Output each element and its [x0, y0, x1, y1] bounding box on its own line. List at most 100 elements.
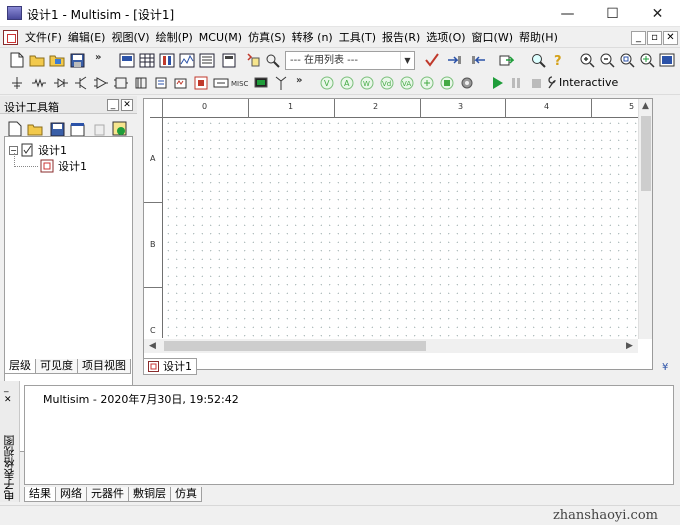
- component-view-icon[interactable]: [158, 51, 176, 69]
- tree-child-node[interactable]: 设计1: [40, 158, 87, 174]
- menu-place[interactable]: 绘制(P): [153, 30, 196, 45]
- scroll-right-icon[interactable]: ▶: [626, 341, 633, 351]
- mdi-minimize-button[interactable]: _: [631, 31, 646, 45]
- menu-options[interactable]: 选项(O): [423, 30, 468, 45]
- source-icon[interactable]: [8, 74, 26, 92]
- toolbox-close-button[interactable]: ✕: [121, 99, 133, 111]
- rf-antenna-icon[interactable]: [272, 74, 290, 92]
- grapher-icon[interactable]: [178, 51, 196, 69]
- maximize-button[interactable]: ☐: [590, 0, 635, 27]
- menu-bar: 文件(F) 编辑(E) 视图(V) 绘制(P) MCU(M) 仿真(S) 转移 …: [0, 27, 680, 48]
- tree-connector-h: [14, 166, 38, 167]
- mdi-close-button[interactable]: ✕: [663, 31, 678, 45]
- menu-transfer[interactable]: 转移 (n): [289, 30, 336, 45]
- indicator-icon[interactable]: [192, 74, 210, 92]
- spreadsheet-minimize-button[interactable]: _: [4, 383, 9, 393]
- toggle-grid-icon[interactable]: [118, 51, 136, 69]
- analog-icon[interactable]: [92, 74, 110, 92]
- run-simulation-icon[interactable]: [488, 74, 506, 92]
- ttl-icon[interactable]: [112, 74, 130, 92]
- probe-power-icon[interactable]: W: [358, 74, 376, 92]
- horizontal-scroll-thumb[interactable]: [164, 341, 426, 351]
- tab-copper-layers[interactable]: 敷铜层: [128, 487, 171, 502]
- instruments-toolbar: ¥: [656, 98, 680, 378]
- peripheral-icon[interactable]: [252, 74, 270, 92]
- col-label: 4: [544, 102, 550, 111]
- vertical-scrollbar[interactable]: ▲: [638, 99, 652, 339]
- tab-simulation[interactable]: 仿真: [170, 487, 202, 502]
- probe-voltage-icon[interactable]: V: [318, 74, 336, 92]
- postprocessor-icon[interactable]: [198, 51, 216, 69]
- forward-annotate-icon[interactable]: [470, 51, 488, 69]
- interactive-mode-button[interactable]: Interactive: [546, 75, 618, 89]
- back-annotate-icon[interactable]: [445, 51, 463, 69]
- tab-design1[interactable]: 设计1: [143, 358, 197, 375]
- menu-simulate[interactable]: 仿真(S): [245, 30, 289, 45]
- minimize-button[interactable]: —: [545, 0, 590, 27]
- mdi-restore-button[interactable]: ▫: [647, 31, 662, 45]
- help-icon[interactable]: ?: [549, 51, 567, 69]
- cmos-icon[interactable]: [132, 74, 150, 92]
- stop-simulation-icon[interactable]: [527, 74, 545, 92]
- tab-visibility[interactable]: 可见度: [35, 359, 78, 374]
- scroll-up-icon[interactable]: ▲: [642, 101, 649, 111]
- zoom-out-icon[interactable]: [598, 51, 616, 69]
- menu-view[interactable]: 视图(V): [108, 30, 152, 45]
- document-icon[interactable]: [3, 30, 18, 45]
- instruments-more-icon[interactable]: ¥: [662, 362, 668, 373]
- toolbox-minimize-button[interactable]: _: [107, 99, 119, 111]
- full-screen-icon[interactable]: [658, 51, 676, 69]
- probe-settings-icon[interactable]: [458, 74, 476, 92]
- horizontal-scrollbar[interactable]: ◀ ▶: [144, 339, 638, 353]
- place-component-icon[interactable]: [244, 51, 262, 69]
- save-icon[interactable]: [68, 51, 86, 69]
- basic-component-icon[interactable]: [30, 74, 48, 92]
- misc-digital-icon[interactable]: [152, 74, 170, 92]
- power-icon[interactable]: [212, 74, 230, 92]
- database-icon[interactable]: [220, 51, 238, 69]
- in-use-list-dropdown[interactable]: --- 在用列表 --- ▼: [285, 51, 415, 70]
- tab-hierarchy[interactable]: 层级: [4, 359, 36, 374]
- open-sample-icon[interactable]: [48, 51, 66, 69]
- tree-root-node[interactable]: − 设计1: [9, 142, 67, 158]
- tab-components[interactable]: 元器件: [86, 487, 129, 502]
- mixed-icon[interactable]: [172, 74, 190, 92]
- wire-tool-icon[interactable]: [264, 51, 282, 69]
- zoom-area-icon[interactable]: [618, 51, 636, 69]
- probe-current-icon[interactable]: A: [338, 74, 356, 92]
- probe-voltage-current-icon[interactable]: VA: [398, 74, 416, 92]
- menu-file[interactable]: 文件(F): [22, 30, 65, 45]
- scroll-left-icon[interactable]: ◀: [149, 341, 156, 351]
- find-examples-icon[interactable]: [529, 51, 547, 69]
- tab-nets[interactable]: 网络: [55, 487, 87, 502]
- probe-reference-icon[interactable]: [418, 74, 436, 92]
- misc-icon[interactable]: MISC: [230, 74, 252, 92]
- probe-differential-icon[interactable]: Vd: [378, 74, 396, 92]
- spreadsheet-view-icon[interactable]: [138, 51, 156, 69]
- new-icon[interactable]: [8, 51, 26, 69]
- zoom-in-icon[interactable]: [578, 51, 596, 69]
- tab-results[interactable]: 结果: [24, 487, 56, 502]
- spreadsheet-close-button[interactable]: ✕: [4, 395, 12, 405]
- close-button[interactable]: ✕: [635, 0, 680, 27]
- vertical-scroll-thumb[interactable]: [641, 116, 651, 191]
- export-icon[interactable]: [497, 51, 515, 69]
- menu-reports[interactable]: 报告(R): [379, 30, 423, 45]
- diode-icon[interactable]: [52, 74, 70, 92]
- menu-help[interactable]: 帮助(H): [516, 30, 561, 45]
- toolbar-overflow-2-icon[interactable]: »: [296, 75, 302, 86]
- tab-project-view[interactable]: 项目视图: [77, 359, 131, 374]
- probe-digital-icon[interactable]: [438, 74, 456, 92]
- menu-mcu[interactable]: MCU(M): [196, 30, 245, 45]
- toolbar-overflow-icon[interactable]: »: [95, 52, 101, 63]
- schematic-canvas[interactable]: [164, 119, 638, 338]
- menu-tools[interactable]: 工具(T): [336, 30, 379, 45]
- transistor-icon[interactable]: [72, 74, 90, 92]
- zoom-fit-icon[interactable]: [638, 51, 656, 69]
- menu-window[interactable]: 窗口(W): [469, 30, 516, 45]
- erc-check-icon[interactable]: [423, 51, 441, 69]
- menu-edit[interactable]: 编辑(E): [65, 30, 109, 45]
- open-icon[interactable]: [28, 51, 46, 69]
- pause-simulation-icon[interactable]: [507, 74, 525, 92]
- results-area[interactable]: Multisim - 2020年7月30日, 19:52:42: [24, 385, 674, 485]
